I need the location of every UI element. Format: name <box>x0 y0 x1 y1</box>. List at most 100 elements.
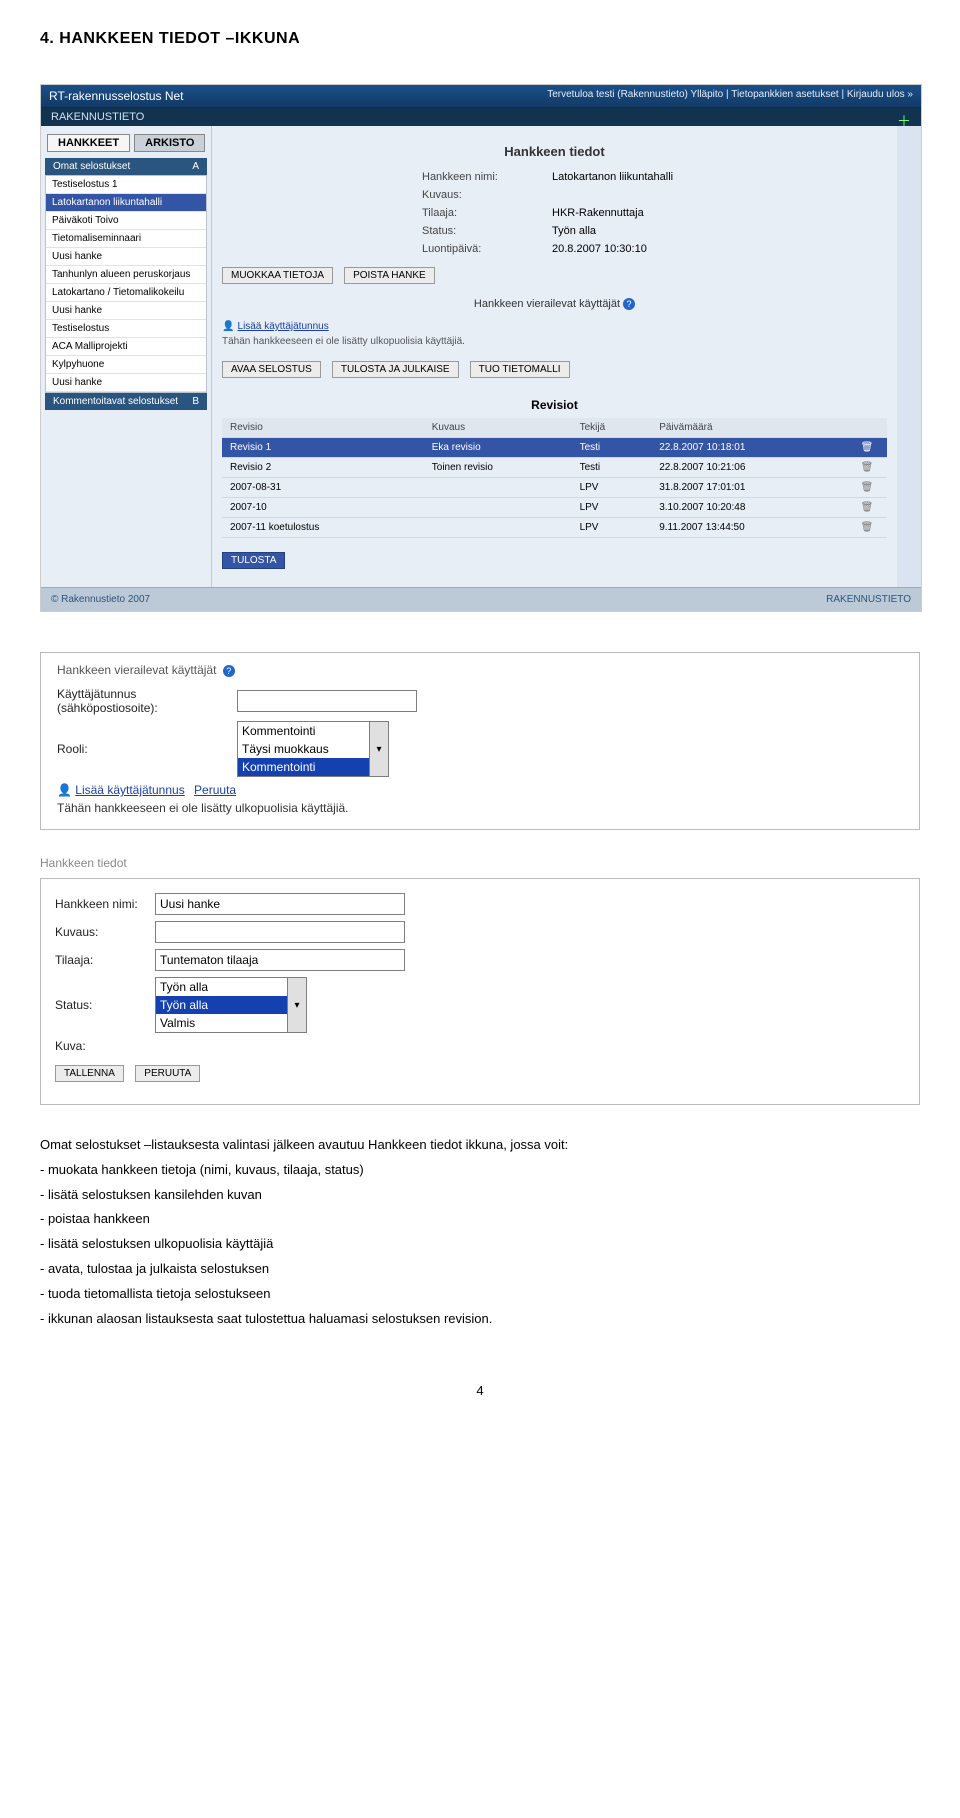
sidebar: HANKKEET ARKISTO Omat selostukset A Test… <box>41 126 212 587</box>
intro-text: Omat selostukset –listauksesta valintasi… <box>40 1135 920 1156</box>
sidebar-item[interactable]: Testiselostus 1 <box>46 176 206 194</box>
text-field[interactable] <box>155 921 405 943</box>
list-item: - poistaa hankkeen <box>40 1209 920 1230</box>
table-row[interactable]: Revisio 1Eka revisioTesti22.8.2007 10:18… <box>222 438 887 458</box>
table-cell: 22.8.2007 10:21:06 <box>651 458 847 478</box>
info-value: 20.8.2007 10:30:10 <box>552 243 887 255</box>
email-field[interactable] <box>237 690 417 712</box>
sidebar-badge-a: A <box>192 161 199 172</box>
add-icon[interactable]: ＋ <box>897 111 911 131</box>
list-item: - ikkunan alaosan listauksesta saat tulo… <box>40 1309 920 1330</box>
save-button[interactable]: TALLENNA <box>55 1065 124 1082</box>
status-option-selected[interactable]: Työn alla <box>156 996 306 1014</box>
sidebar-item[interactable]: Tietomaliseminnaari <box>46 230 206 248</box>
sidebar-item[interactable]: Latokartanon liikuntahalli <box>46 194 206 212</box>
table-cell: 3.10.2007 10:20:48 <box>651 498 847 518</box>
panel-title: Hankkeen tiedot <box>222 136 887 171</box>
revisions-title: Revisiot <box>222 392 887 418</box>
list-item: - lisätä selostuksen kansilehden kuvan <box>40 1185 920 1206</box>
add-user-link[interactable]: Lisää käyttäjätunnus <box>238 321 329 332</box>
sidebar-item[interactable]: Testiselostus <box>46 320 206 338</box>
print-button[interactable]: TULOSTA <box>222 552 285 569</box>
table-cell <box>424 498 572 518</box>
table-cell: 2007-11 koetulostus <box>222 518 424 538</box>
cancel-button[interactable]: PERUUTA <box>135 1065 200 1082</box>
list-item: - lisätä selostuksen ulkopuolisia käyttä… <box>40 1234 920 1255</box>
table-cell: LPV <box>572 478 652 498</box>
delete-icon[interactable]: 🗑 <box>847 498 887 518</box>
table-cell: 22.8.2007 10:18:01 <box>651 438 847 458</box>
publish-button[interactable]: TULOSTA JA JULKAISE <box>332 361 459 378</box>
table-cell: 2007-08-31 <box>222 478 424 498</box>
sidebar-item[interactable]: Päiväkoti Toivo <box>46 212 206 230</box>
help-icon[interactable]: ? <box>223 665 235 677</box>
sidebar-item[interactable]: Uusi hanke <box>46 302 206 320</box>
table-cell: Toinen revisio <box>424 458 572 478</box>
chevron-down-icon[interactable]: ▾ <box>287 978 306 1032</box>
app-screenshot-main: RT-rakennusselostus Net Tervetuloa testi… <box>40 84 922 612</box>
sidebar-item[interactable]: Kylpyhuone <box>46 356 206 374</box>
footer-brand: RAKENNUSTIETO <box>826 594 911 605</box>
import-button[interactable]: TUO TIETOMALLI <box>470 361 570 378</box>
status-label: Status: <box>55 998 155 1012</box>
sidebar-item[interactable]: Uusi hanke <box>46 248 206 266</box>
status-select[interactable]: Työn alla Työn alla Valmis ▾ <box>155 977 307 1033</box>
table-row[interactable]: 2007-08-31LPV31.8.2007 17:01:01🗑 <box>222 478 887 498</box>
delete-icon[interactable]: 🗑 <box>847 438 887 458</box>
table-cell: Revisio 2 <box>222 458 424 478</box>
footer-copyright: © Rakennustieto 2007 <box>51 594 150 605</box>
role-option[interactable]: Täysi muokkaus <box>238 740 388 758</box>
delete-icon[interactable]: 🗑 <box>847 458 887 478</box>
text-field[interactable] <box>155 949 405 971</box>
table-cell: 2007-10 <box>222 498 424 518</box>
sidebar-item[interactable]: Uusi hanke <box>46 374 206 392</box>
cancel-link[interactable]: Peruuta <box>194 783 236 797</box>
table-cell: Eka revisio <box>424 438 572 458</box>
list-item: - muokata hankkeen tietoja (nimi, kuvaus… <box>40 1160 920 1181</box>
sidebar-group-footer[interactable]: Kommentoitavat selostukset B <box>45 393 207 410</box>
list-item: - avata, tulostaa ja julkaista selostuks… <box>40 1259 920 1280</box>
open-button[interactable]: AVAA SELOSTUS <box>222 361 321 378</box>
role-option-selected[interactable]: Kommentointi <box>238 758 388 776</box>
table-cell <box>424 478 572 498</box>
help-icon[interactable]: ? <box>623 298 635 310</box>
hanke-form-title: Hankkeen tiedot <box>40 856 920 870</box>
delete-icon[interactable]: 🗑 <box>847 518 887 538</box>
status-option[interactable]: Työn alla <box>156 978 306 996</box>
no-users-text: Tähän hankkeeseen ei ole lisätty ulkopuo… <box>222 336 887 347</box>
table-cell: Testi <box>572 438 652 458</box>
table-cell: LPV <box>572 498 652 518</box>
user-plus-icon: 👤 <box>222 321 234 332</box>
visitors-form-screenshot: Hankkeen vierailevat käyttäjät ? Käyttäj… <box>40 652 920 830</box>
add-user-link[interactable]: Lisää käyttäjätunnus <box>75 783 184 797</box>
info-label: Tilaaja: <box>422 207 552 219</box>
page-number: 4 <box>40 1353 920 1398</box>
delete-button[interactable]: POISTA HANKE <box>344 267 435 284</box>
visitors-title: Hankkeen vierailevat käyttäjät? <box>222 292 887 316</box>
sidebar-item[interactable]: Tanhunlyn alueen peruskorjaus <box>46 266 206 284</box>
delete-icon[interactable]: 🗑 <box>847 478 887 498</box>
tab-arkisto[interactable]: ARKISTO <box>134 134 205 152</box>
col-kuvaus: Kuvaus <box>424 418 572 438</box>
table-row[interactable]: 2007-11 koetulostusLPV9.11.2007 13:44:50… <box>222 518 887 538</box>
sidebar-item[interactable]: ACA Malliprojekti <box>46 338 206 356</box>
revisions-table: Revisio Kuvaus Tekijä Päivämäärä Revisio… <box>222 418 887 538</box>
table-row[interactable]: 2007-10 LPV3.10.2007 10:20:48🗑 <box>222 498 887 518</box>
status-option[interactable]: Valmis <box>156 1014 306 1032</box>
sidebar-group-header[interactable]: Omat selostukset A <box>45 158 207 175</box>
form-label: Tilaaja: <box>55 953 155 967</box>
table-row[interactable]: Revisio 2Toinen revisioTesti22.8.2007 10… <box>222 458 887 478</box>
info-value: Työn alla <box>552 225 887 237</box>
chevron-down-icon[interactable]: ▾ <box>369 722 388 776</box>
text-field[interactable] <box>155 893 405 915</box>
tab-hankkeet[interactable]: HANKKEET <box>47 134 130 152</box>
role-select[interactable]: Kommentointi Täysi muokkaus Kommentointi… <box>237 721 389 777</box>
table-cell <box>424 518 572 538</box>
info-value: HKR-Rakennuttaja <box>552 207 887 219</box>
col-paivamaara: Päivämäärä <box>651 418 847 438</box>
edit-button[interactable]: MUOKKAA TIETOJA <box>222 267 333 284</box>
role-option[interactable]: Kommentointi <box>238 722 388 740</box>
sidebar-item[interactable]: Latokartano / Tietomalikokeilu <box>46 284 206 302</box>
body-text: Omat selostukset –listauksesta valintasi… <box>40 1135 920 1329</box>
table-cell: Revisio 1 <box>222 438 424 458</box>
